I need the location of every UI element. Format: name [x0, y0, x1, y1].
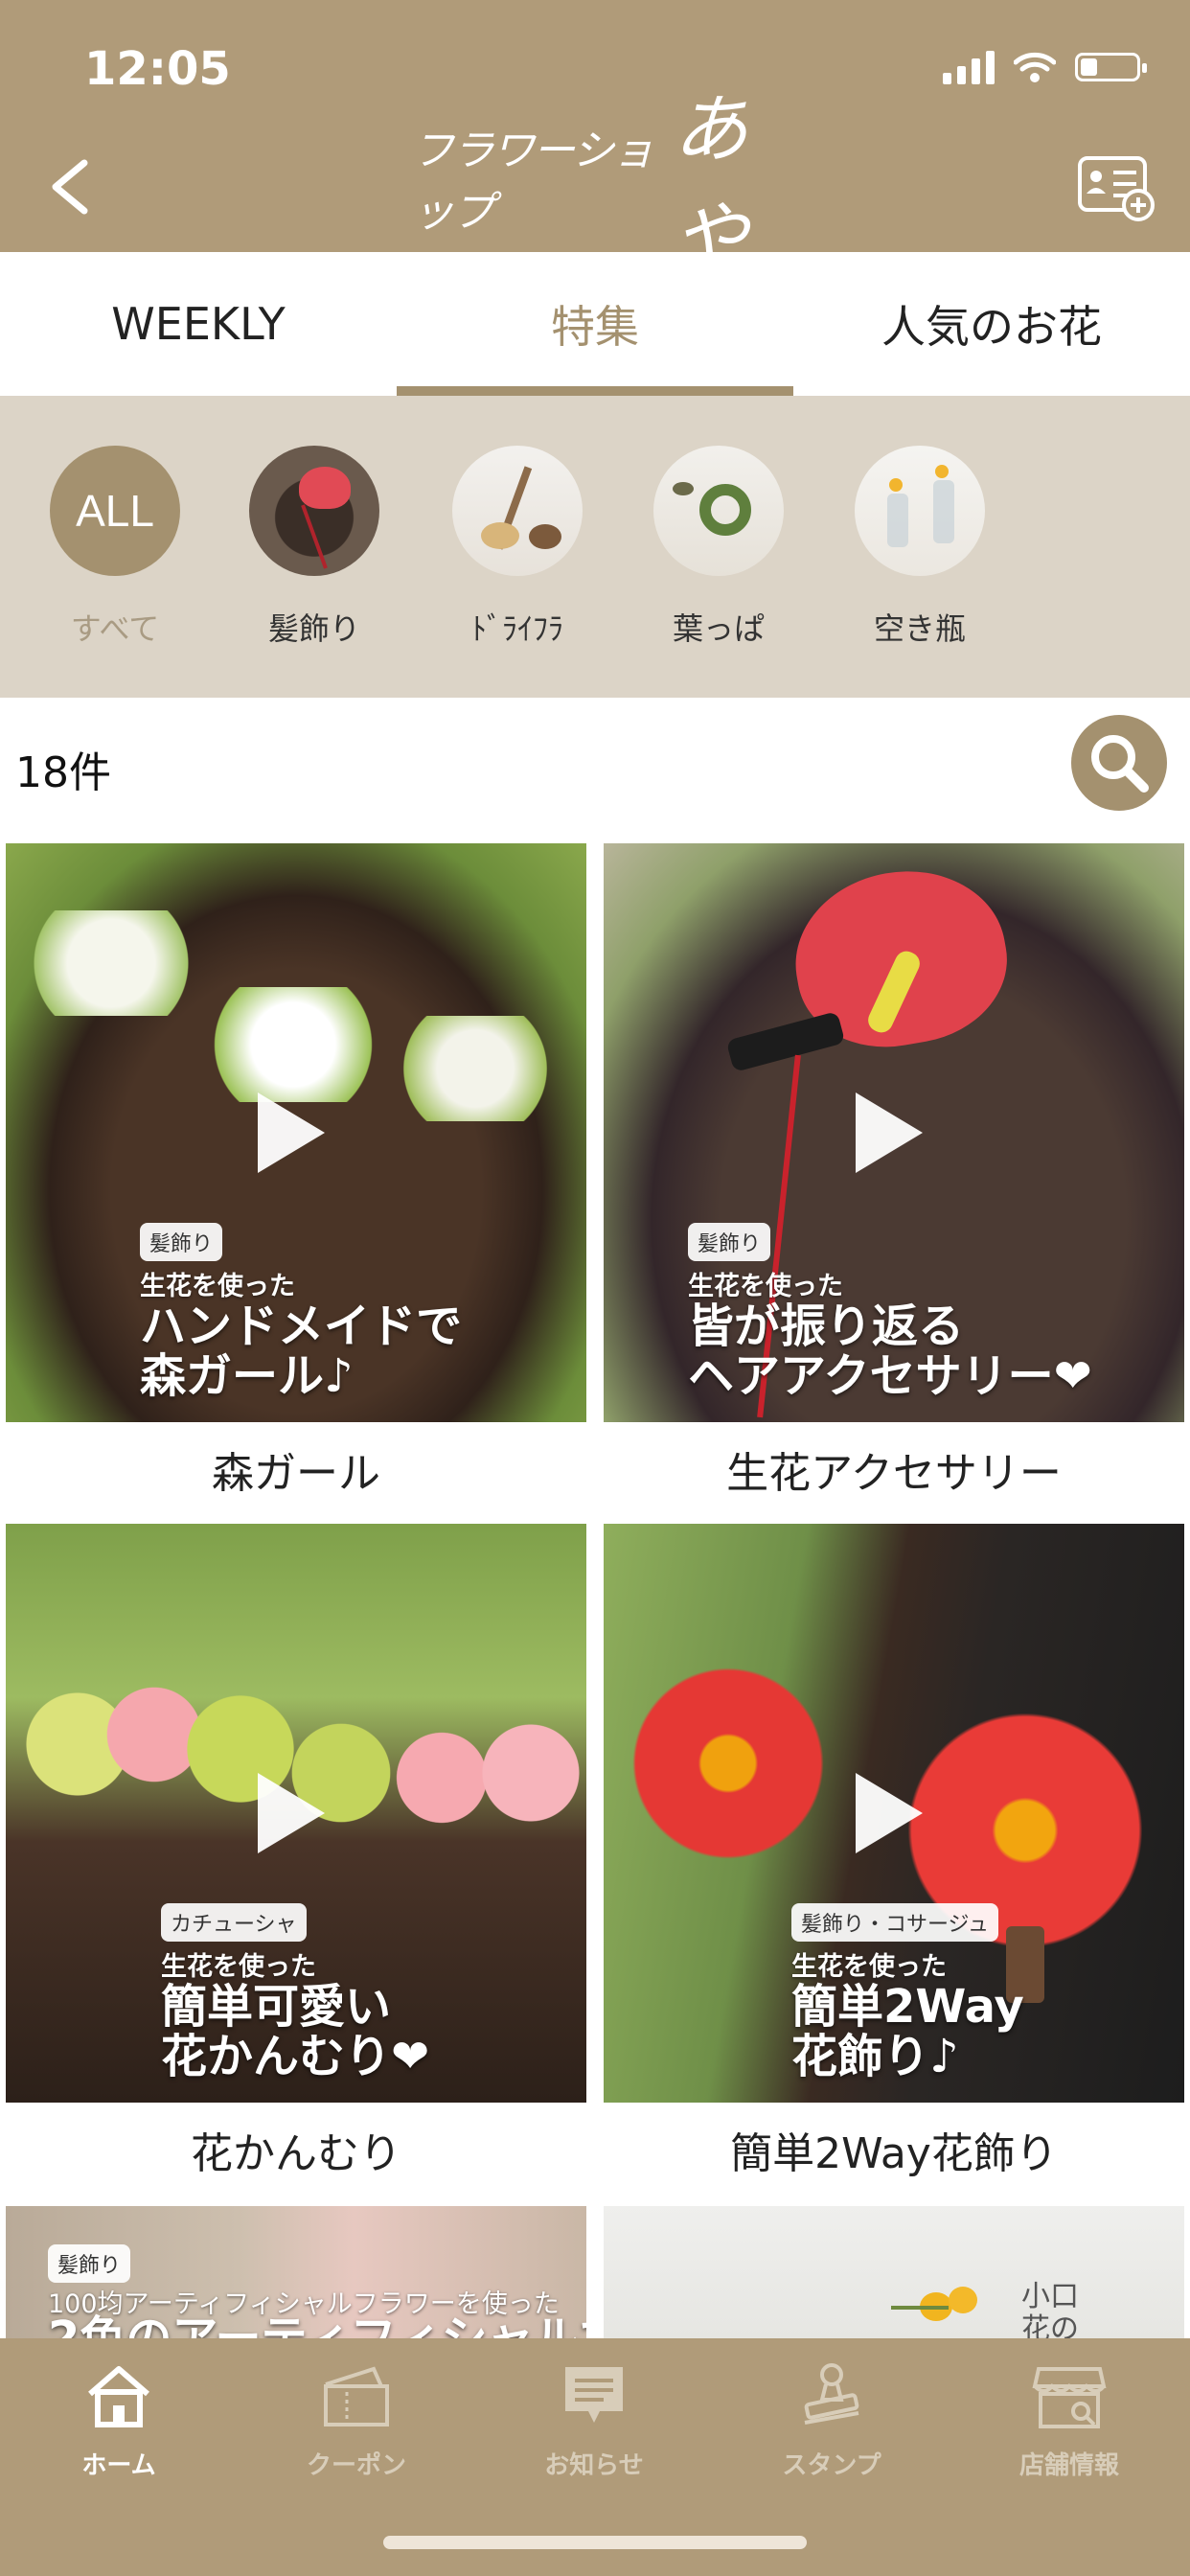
video-card[interactable]: 髪飾り 生花を使った ハンドメイドで 森ガール♪ 森ガール	[6, 843, 586, 1508]
caption-sub: 生花を使った	[791, 1952, 947, 1982]
card-title[interactable]: 生花アクセサリー	[604, 1439, 1184, 1508]
video-thumbnail[interactable]: 髪飾り 生花を使った ハンドメイドで 森ガール♪	[6, 843, 586, 1422]
caption-line2: 森ガール♪	[140, 1349, 354, 1403]
home-indicator	[383, 2536, 807, 2549]
tabbar-item-home[interactable]: ホーム	[0, 2358, 238, 2501]
tab-weekly[interactable]: WEEKLY	[0, 252, 397, 396]
category-label: 空き瓶	[873, 610, 966, 647]
card-title[interactable]: 花かんむり	[6, 2120, 586, 2189]
caption-line1: 簡単可愛い	[161, 1980, 392, 2034]
video-thumbnail[interactable]: 髪飾り 100均アーティフィシャルフラワーを使った 2色のアーティフィシャルで	[6, 2206, 586, 2340]
caption-line2: 花の	[1021, 2312, 1079, 2341]
video-card[interactable]: 髪飾り 生花を使った 皆が振り返る ヘアアクセサリー❤ 生花アクセサリー	[604, 843, 1184, 1508]
caption-line1: 皆が振り返る	[688, 1300, 965, 1353]
play-icon	[258, 1773, 325, 1853]
video-card[interactable]: 小口 花の	[604, 2206, 1184, 2340]
video-card[interactable]: 髪飾り・コサージュ 生花を使った 簡単2Way 花飾り♪ 簡単2Way花飾り	[604, 1524, 1184, 2189]
category-thumbnail	[249, 446, 379, 576]
tab-popular-flowers[interactable]: 人気のお花	[793, 252, 1190, 396]
video-thumbnail[interactable]: 髪飾り・コサージュ 生花を使った 簡単2Way 花飾り♪	[604, 1524, 1184, 2103]
tabbar-label: スタンプ	[782, 2451, 881, 2480]
result-count: 18件	[15, 748, 111, 797]
tabbar-item-store[interactable]: 店舗情報	[950, 2358, 1188, 2501]
member-card-icon[interactable]	[1077, 155, 1157, 222]
category-tag: カチューシャ	[161, 1903, 307, 1942]
caption-line2: 花飾り♪	[791, 2030, 959, 2083]
category-bar: ALL すべて 髪飾り ﾄﾞﾗｲﾌﾗ 葉っぱ 空き瓶	[0, 396, 1190, 698]
category-hair-accessory[interactable]: 髪飾り	[247, 446, 381, 649]
video-card[interactable]: 髪飾り 100均アーティフィシャルフラワーを使った 2色のアーティフィシャルで	[6, 2206, 586, 2340]
tab-feature[interactable]: 特集	[397, 252, 793, 396]
wifi-icon	[1014, 52, 1056, 82]
back-button[interactable]	[42, 153, 100, 220]
shop-logo: フラワーショップ あや	[412, 87, 786, 281]
category-leaves[interactable]: 葉っぱ	[652, 446, 786, 649]
category-tag: 髪飾り	[140, 1223, 223, 1261]
category-label: ﾄﾞﾗｲﾌﾗ	[470, 610, 563, 647]
category-label: すべて	[70, 610, 160, 647]
category-dried-flower[interactable]: ﾄﾞﾗｲﾌﾗ	[450, 446, 584, 649]
video-thumbnail[interactable]: 小口 花の	[604, 2206, 1184, 2340]
video-card[interactable]: カチューシャ 生花を使った 簡単可愛い 花かんむり❤ 花かんむり	[6, 1524, 586, 2189]
category-thumbnail	[452, 446, 583, 576]
card-title[interactable]: 森ガール	[6, 1439, 586, 1508]
category-all-circle: ALL	[50, 446, 180, 576]
caption-line1: 簡単2Way	[791, 1980, 1024, 2034]
card-title[interactable]: 簡単2Way花飾り	[604, 2120, 1184, 2189]
category-thumbnail	[653, 446, 784, 576]
battery-icon	[1075, 53, 1147, 81]
home-icon	[88, 2366, 149, 2427]
logo-small-text: フラワーショップ	[412, 126, 654, 237]
category-empty-bottle[interactable]: 空き瓶	[853, 446, 987, 649]
category-label: 髪飾り	[267, 610, 360, 647]
tabbar-label: 店舗情報	[1018, 2451, 1119, 2480]
category-all[interactable]: ALL すべて	[48, 446, 182, 649]
tabbar-item-notice[interactable]: お知らせ	[475, 2358, 713, 2501]
category-tag: 髪飾り	[48, 2244, 131, 2283]
play-icon	[856, 1092, 923, 1173]
caption-line1: 2色のアーティフィシャルで	[48, 2312, 586, 2340]
tabbar-label: クーポン	[306, 2451, 406, 2480]
app-header: 12:05 フラワーショップ あや	[0, 0, 1190, 281]
coupon-icon	[324, 2366, 389, 2426]
search-button[interactable]	[1071, 715, 1167, 811]
play-icon	[258, 1092, 325, 1173]
signal-icon	[943, 50, 995, 84]
tabbar-label: ホーム	[81, 2451, 156, 2480]
video-thumbnail[interactable]: カチューシャ 生花を使った 簡単可愛い 花かんむり❤	[6, 1524, 586, 2103]
status-time: 12:05	[84, 42, 231, 96]
status-icons	[943, 50, 1147, 84]
video-thumbnail[interactable]: 髪飾り 生花を使った 皆が振り返る ヘアアクセサリー❤	[604, 843, 1184, 1422]
category-tag: 髪飾り	[688, 1223, 771, 1261]
tabbar-item-stamp[interactable]: スタンプ	[713, 2358, 950, 2501]
tabbar-label: お知らせ	[544, 2451, 644, 2480]
caption-line2: 花かんむり❤	[161, 2030, 430, 2083]
play-icon	[856, 1773, 923, 1853]
category-thumbnail	[855, 446, 985, 576]
category-tag: 髪飾り・コサージュ	[791, 1903, 999, 1942]
caption-line1: ハンドメイドで	[140, 1300, 463, 1353]
category-label: 葉っぱ	[672, 610, 765, 647]
store-icon	[1032, 2367, 1107, 2428]
tabbar-item-coupon[interactable]: クーポン	[238, 2358, 475, 2501]
stamp-icon	[804, 2363, 859, 2425]
caption-line1: 小口	[1021, 2280, 1079, 2313]
notice-icon	[565, 2367, 623, 2423]
caption-sub: 生花を使った	[140, 1272, 295, 1301]
caption-line2: ヘアアクセサリー❤	[688, 1349, 1092, 1403]
caption-sub: 生花を使った	[161, 1952, 316, 1982]
top-tabs: WEEKLY 特集 人気のお花	[0, 252, 1190, 396]
caption-sub: 生花を使った	[688, 1272, 843, 1301]
